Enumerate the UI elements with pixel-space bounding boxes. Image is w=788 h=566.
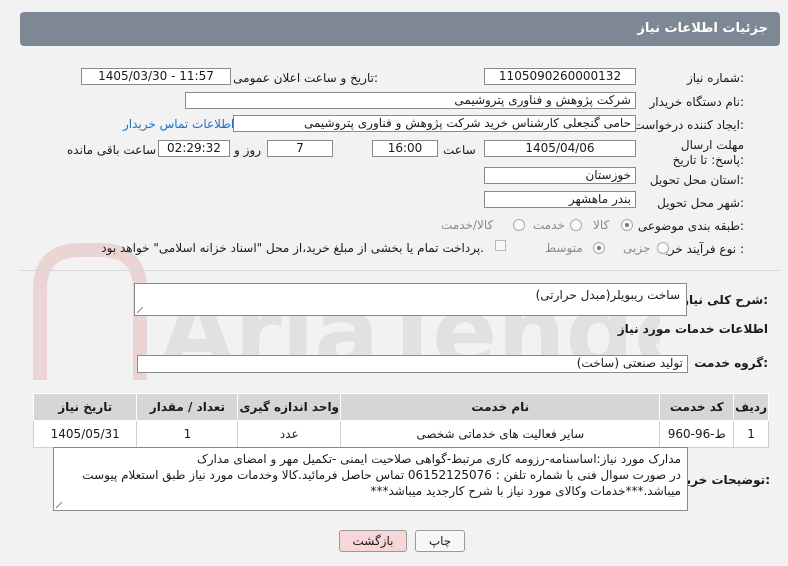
service-group-label: گروه خدمت:: [694, 356, 768, 370]
process-radio-medium[interactable]: [593, 242, 605, 254]
creator-field[interactable]: حامی گنجعلی کارشناس خرید شرکت پژوهش و فن…: [233, 115, 636, 132]
back-button[interactable]: بازگشت: [339, 530, 407, 552]
col-service-name: نام خدمت: [340, 393, 661, 421]
deadline-time-label: ساعت: [443, 143, 476, 157]
category-radio-service[interactable]: [570, 219, 582, 231]
services-table: ردیف کد خدمت نام خدمت واحد اندازه گیری ت…: [32, 393, 769, 448]
resize-grip-icon[interactable]: [56, 502, 62, 508]
summary-textarea[interactable]: ساخت ریبویلر(مبدل حرارتی): [134, 283, 687, 316]
remaining-time-field[interactable]: 02:29:32: [158, 140, 230, 157]
category-option-goods: کالا: [593, 218, 610, 232]
col-unit: واحد اندازه گیری: [237, 393, 342, 421]
process-radio-minor[interactable]: [657, 242, 669, 254]
province-field[interactable]: خوزستان: [484, 167, 636, 184]
buyer-notes-textarea[interactable]: مدارک مورد نیاز:اساسنامه-رزومه کاری مرتب…: [53, 447, 688, 511]
buyer-org-label: نام دستگاه خریدار:: [649, 95, 745, 109]
buyer-notes-line: مدارک مورد نیاز:اساسنامه-رزومه کاری مرتب…: [197, 452, 681, 466]
buyer-notes-line: در صورت سوال فنی با شماره تلفن : 0615212…: [82, 468, 681, 482]
cell-need-date: 1405/05/31: [32, 420, 138, 448]
col-service-code: کد خدمت: [659, 393, 735, 421]
city-field[interactable]: بندر ماهشهر: [484, 191, 636, 208]
province-label: استان محل تحویل:: [649, 173, 744, 187]
remaining-time-label: ساعت باقی مانده: [67, 143, 157, 157]
section-divider: [20, 270, 780, 271]
category-radio-goods[interactable]: [621, 219, 633, 231]
print-button[interactable]: چاپ: [415, 530, 465, 552]
announce-date-field[interactable]: 1405/03/30 - 11:57: [81, 68, 231, 85]
col-row-number: ردیف: [733, 393, 769, 421]
category-option-goods-service: کالا/خدمت: [441, 218, 494, 232]
summary-text: ساخت ریبویلر(مبدل حرارتی): [535, 288, 680, 302]
buyer-org-field[interactable]: شرکت پژوهش و فناوری پتروشیمی: [185, 92, 636, 109]
table-header-row: ردیف کد خدمت نام خدمت واحد اندازه گیری ت…: [32, 393, 769, 421]
deadline-label: مهلت ارسال پاسخ: تا تاریخ:: [672, 138, 744, 167]
process-option-medium: متوسط: [545, 241, 583, 255]
service-group-field[interactable]: تولید صنعتی (ساخت): [137, 355, 688, 373]
category-option-service: خدمت: [533, 218, 565, 232]
category-label: طبقه بندی موضوعی:: [637, 219, 744, 233]
creator-label: ایجاد کننده درخواست:: [633, 118, 744, 132]
city-label: شهر محل تحویل:: [657, 196, 744, 210]
col-need-date: تاریخ نیاز: [32, 393, 138, 421]
resize-grip-icon[interactable]: [137, 307, 143, 313]
deadline-time-field[interactable]: 16:00: [372, 140, 438, 157]
cell-unit: عدد: [237, 420, 342, 448]
services-section-title: اطلاعات خدمات مورد نیاز: [617, 322, 768, 336]
process-option-minor: جزیی: [623, 241, 651, 255]
cell-service-name: سایر فعالیت های خدماتی شخصی: [340, 420, 661, 448]
treasury-note: پرداخت تمام یا بخشی از مبلغ خرید،از محل …: [101, 241, 484, 255]
buyer-contact-link[interactable]: اطلاعات تماس خریدار: [123, 117, 234, 131]
buyer-notes-text: مدارک مورد نیاز:اساسنامه-رزومه کاری مرتب…: [61, 451, 681, 499]
announce-date-label: تاریخ و ساعت اعلان عمومی:: [233, 71, 378, 85]
page-title: جزئیات اطلاعات نیاز: [637, 21, 768, 36]
col-quantity: تعداد / مقدار: [136, 393, 239, 421]
cell-quantity: 1: [136, 420, 239, 448]
cell-row-number: 1: [733, 420, 769, 448]
page-header: جزئیات اطلاعات نیاز: [20, 12, 780, 46]
process-label: نوع فرآیند خرید :: [659, 242, 744, 256]
cell-service-code: ط-96-960: [659, 420, 735, 448]
buyer-notes-line: میباشد.***خدمات وکالای مورد نیاز با شرح …: [370, 484, 682, 498]
table-row[interactable]: 1 ط-96-960 سایر فعالیت های خدماتی شخصی ع…: [32, 420, 769, 448]
days-field[interactable]: 7: [267, 140, 333, 157]
deadline-date-field[interactable]: 1405/04/06: [484, 140, 636, 157]
need-number-field[interactable]: 1105090260000132: [484, 68, 636, 85]
category-radio-goods-service[interactable]: [513, 219, 525, 231]
summary-label: شرح کلی نیاز:: [682, 293, 768, 307]
need-number-label: شماره نیاز:: [686, 71, 744, 85]
days-label: روز و: [234, 143, 261, 157]
treasury-checkbox[interactable]: [495, 240, 506, 251]
